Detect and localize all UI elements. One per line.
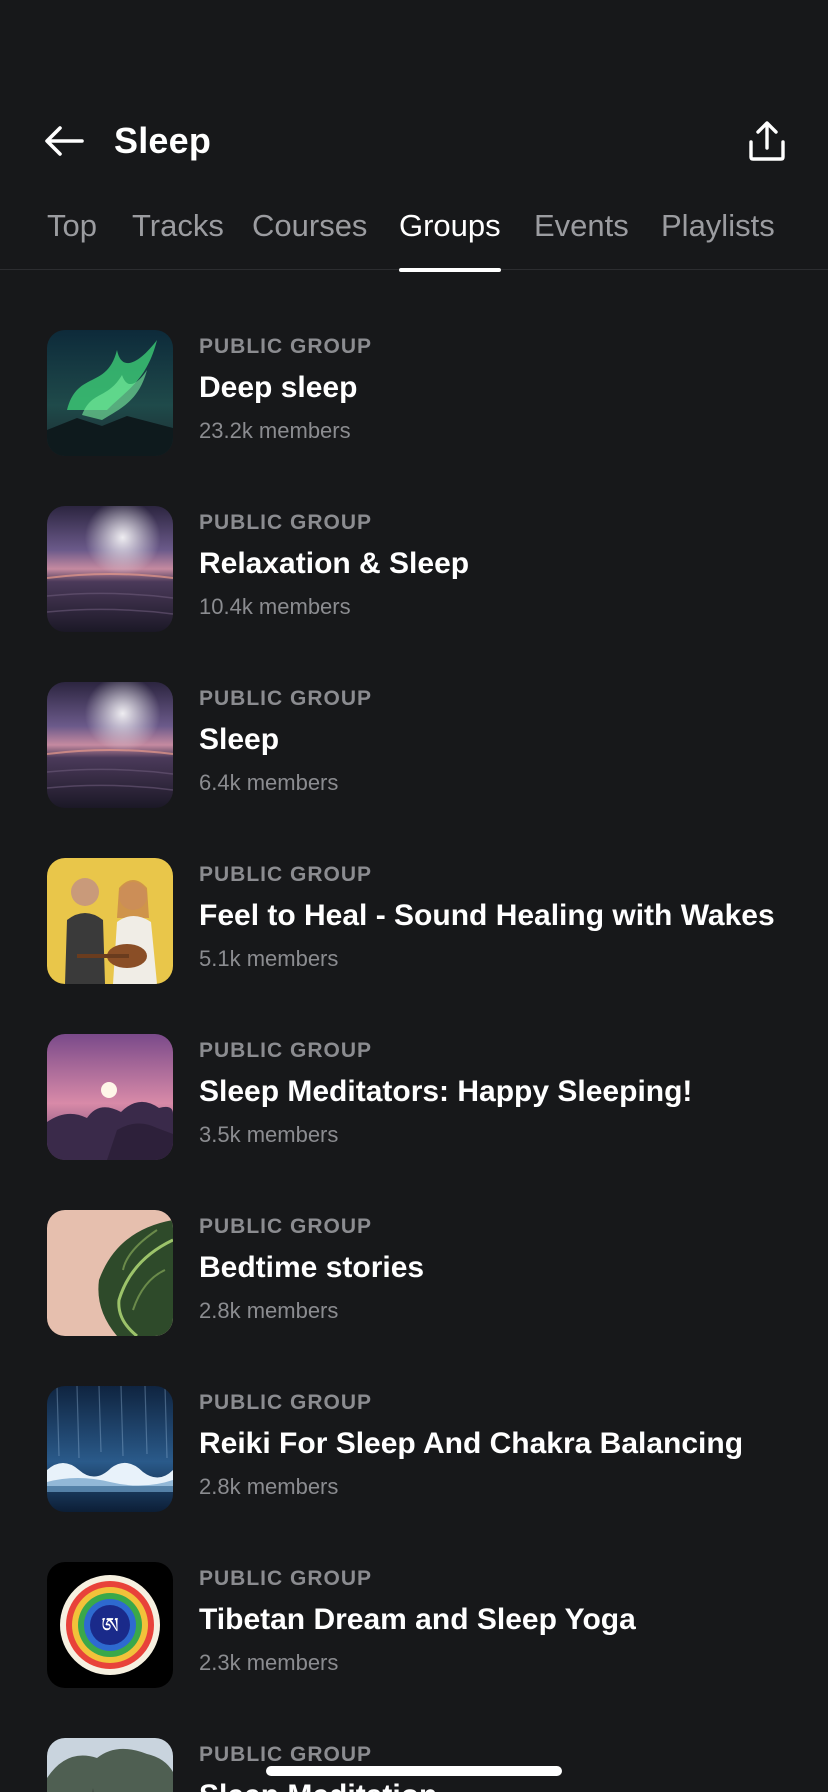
tab-bar: Top Tracks Courses Groups Events Playlis… — [0, 196, 828, 272]
group-row[interactable]: PUBLIC GROUP Feel to Heal - Sound Healin… — [0, 858, 828, 988]
group-thumbnail — [47, 330, 173, 456]
wave-image — [47, 1386, 173, 1512]
group-meta: PUBLIC GROUP Tibetan Dream and Sleep Yog… — [199, 1566, 808, 1678]
group-type-label: PUBLIC GROUP — [199, 1743, 373, 1766]
group-row[interactable]: PUBLIC GROUP Sleep Meditators: Happy Sle… — [0, 1034, 828, 1164]
group-member-count: 10.4k members — [199, 594, 351, 619]
group-row[interactable]: PUBLIC GROUP Deep sleep 23.2k members — [0, 330, 828, 460]
group-meta: PUBLIC GROUP Feel to Heal - Sound Healin… — [199, 862, 808, 974]
tab-playlists[interactable]: Playlists — [661, 206, 775, 246]
group-member-count: 5.1k members — [199, 946, 339, 971]
group-row[interactable]: PUBLIC GROUP Sleep 6.4k members — [0, 682, 828, 812]
tab-top[interactable]: Top — [47, 206, 97, 246]
group-name: Tibetan Dream and Sleep Yoga — [199, 1603, 636, 1636]
group-member-count: 2.8k members — [199, 1474, 339, 1499]
group-meta: PUBLIC GROUP Reiki For Sleep And Chakra … — [199, 1390, 808, 1502]
tab-events[interactable]: Events — [534, 206, 629, 246]
group-member-count: 23.2k members — [199, 418, 351, 443]
group-type-label: PUBLIC GROUP — [199, 511, 373, 534]
tibetan-rainbow-logo: ཨ — [47, 1562, 173, 1688]
group-meta: PUBLIC GROUP Deep sleep 23.2k members — [199, 334, 808, 446]
arrow-left-icon — [45, 126, 84, 156]
tab-courses[interactable]: Courses — [252, 206, 367, 246]
group-thumbnail: ཨ — [47, 1562, 173, 1688]
group-member-count: 6.4k members — [199, 770, 339, 795]
group-meta: PUBLIC GROUP Relaxation & Sleep 10.4k me… — [199, 510, 808, 622]
group-thumbnail — [47, 1034, 173, 1160]
group-name: Sleep Meditation — [199, 1776, 808, 1792]
moon-clouds-image — [47, 1034, 173, 1160]
share-upload-icon — [749, 121, 785, 161]
musicians-photo — [47, 858, 173, 984]
group-thumbnail — [47, 1210, 173, 1336]
group-meta: PUBLIC GROUP Bedtime stories 2.8k member… — [199, 1214, 808, 1326]
group-name: Sleep Meditators: Happy Sleeping! — [199, 1075, 693, 1108]
group-meta: PUBLIC GROUP Sleep Meditators: Happy Sle… — [199, 1038, 808, 1150]
screen: Sleep Top Tracks Courses Groups Events P… — [0, 0, 828, 1792]
group-type-label: PUBLIC GROUP — [199, 335, 373, 358]
group-thumbnail — [47, 506, 173, 632]
aurora-image — [47, 330, 173, 456]
group-name: Bedtime stories — [199, 1251, 425, 1284]
group-name: Deep sleep — [199, 371, 358, 404]
group-meta: PUBLIC GROUP Sleep 6.4k members — [199, 686, 808, 798]
group-type-label: PUBLIC GROUP — [199, 687, 373, 710]
group-type-label: PUBLIC GROUP — [199, 1391, 373, 1414]
tree-image — [47, 1738, 173, 1792]
group-member-count: 2.3k members — [199, 1650, 339, 1675]
home-indicator[interactable] — [266, 1766, 562, 1776]
group-member-count: 2.8k members — [199, 1298, 339, 1323]
page-title: Sleep — [114, 120, 212, 161]
group-row[interactable]: PUBLIC GROUP Sleep Meditation — [0, 1738, 828, 1792]
group-type-label: PUBLIC GROUP — [199, 863, 373, 886]
group-member-count: 3.5k members — [199, 1122, 339, 1147]
group-type-label: PUBLIC GROUP — [199, 1215, 373, 1238]
svg-text:ཨ: ཨ — [101, 1614, 119, 1639]
group-type-label: PUBLIC GROUP — [199, 1567, 373, 1590]
group-thumbnail — [47, 858, 173, 984]
group-type-label: PUBLIC GROUP — [199, 1039, 373, 1062]
group-row[interactable]: PUBLIC GROUP Relaxation & Sleep 10.4k me… — [0, 506, 828, 636]
share-button[interactable] — [742, 116, 792, 166]
purple-sunset-sea-image — [47, 506, 173, 632]
back-button[interactable] — [38, 118, 90, 164]
group-row[interactable]: PUBLIC GROUP Bedtime stories 2.8k member… — [0, 1210, 828, 1340]
group-name: Relaxation & Sleep — [199, 547, 470, 580]
group-thumbnail — [47, 682, 173, 808]
group-thumbnail — [47, 1386, 173, 1512]
header: Sleep — [0, 108, 828, 174]
group-name: Reiki For Sleep And Chakra Balancing — [199, 1427, 744, 1460]
group-row[interactable]: ཨ PUBLIC GROUP Tibetan Dream and Sleep Y… — [0, 1562, 828, 1692]
group-name: Feel to Heal - Sound Healing with Wakes — [199, 899, 775, 932]
group-thumbnail — [47, 1738, 173, 1792]
group-row[interactable]: PUBLIC GROUP Reiki For Sleep And Chakra … — [0, 1386, 828, 1516]
group-name: Sleep — [199, 723, 280, 756]
plant-leaf-image — [47, 1210, 173, 1336]
tab-groups[interactable]: Groups — [399, 206, 501, 272]
tab-tracks[interactable]: Tracks — [132, 206, 224, 246]
purple-sunset-sea-image — [47, 682, 173, 808]
